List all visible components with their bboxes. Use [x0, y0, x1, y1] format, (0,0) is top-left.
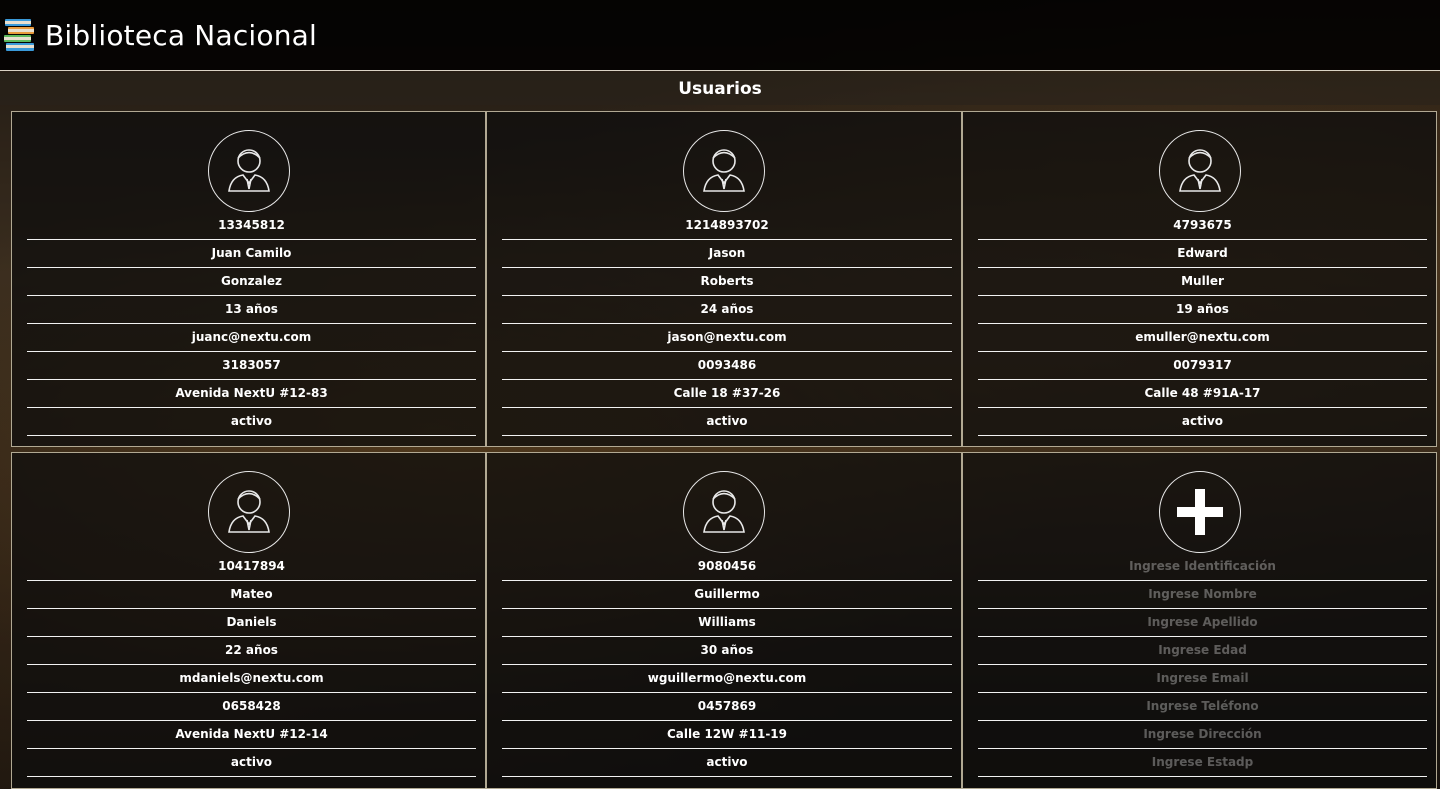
- user-email: jason@nextu.com: [502, 324, 952, 352]
- navbar: Biblioteca Nacional: [0, 0, 1440, 71]
- user-email: juanc@nextu.com: [27, 324, 476, 352]
- last-name-input[interactable]: [978, 609, 1427, 635]
- user-card: 13345812 Juan Camilo Gonzalez 13 años ju…: [11, 111, 486, 447]
- user-status: activo: [978, 408, 1427, 436]
- user-status: activo: [502, 408, 952, 436]
- user-age: 22 años: [27, 637, 476, 665]
- user-address: Avenida NextU #12-14: [27, 721, 476, 749]
- user-status: activo: [27, 408, 476, 436]
- user-card: 10417894 Mateo Daniels 22 años mdaniels@…: [11, 452, 486, 789]
- plus-icon[interactable]: [1158, 471, 1241, 553]
- user-address: Calle 12W #11-19: [502, 721, 952, 749]
- user-email: wguillermo@nextu.com: [502, 665, 952, 693]
- user-last-name: Gonzalez: [27, 268, 476, 296]
- user-last-name: Daniels: [27, 609, 476, 637]
- user-age: 19 años: [978, 296, 1427, 324]
- user-id: 1214893702: [502, 212, 952, 240]
- user-age: 13 años: [27, 296, 476, 324]
- app-title[interactable]: Biblioteca Nacional: [45, 19, 317, 52]
- user-card: 9080456 Guillermo Williams 30 años wguil…: [486, 452, 962, 789]
- user-email: emuller@nextu.com: [978, 324, 1427, 352]
- user-age: 30 años: [502, 637, 952, 665]
- user-phone: 0457869: [502, 693, 952, 721]
- user-avatar-icon: [207, 130, 290, 212]
- user-card: 1214893702 Jason Roberts 24 años jason@n…: [486, 111, 962, 447]
- new-user-card: [962, 452, 1437, 789]
- user-phone: 0079317: [978, 352, 1427, 380]
- user-first-name: Mateo: [27, 581, 476, 609]
- user-id: 10417894: [27, 553, 476, 581]
- address-input[interactable]: [978, 721, 1427, 747]
- books-icon: [2, 15, 38, 55]
- user-address: Calle 18 #37-26: [502, 380, 952, 408]
- user-address: Avenida NextU #12-83: [27, 380, 476, 408]
- first-name-input[interactable]: [978, 581, 1427, 607]
- user-avatar-icon: [683, 130, 765, 212]
- user-phone: 0093486: [502, 352, 952, 380]
- user-first-name: Edward: [978, 240, 1427, 268]
- user-avatar-icon: [683, 471, 765, 553]
- user-phone: 3183057: [27, 352, 476, 380]
- user-avatar-icon: [207, 471, 290, 553]
- user-phone: 0658428: [27, 693, 476, 721]
- status-input[interactable]: [978, 749, 1427, 775]
- id-input[interactable]: [978, 553, 1427, 579]
- user-last-name: Muller: [978, 268, 1427, 296]
- user-first-name: Guillermo: [502, 581, 952, 609]
- age-input[interactable]: [978, 637, 1427, 663]
- user-last-name: Williams: [502, 609, 952, 637]
- user-age: 24 años: [502, 296, 952, 324]
- section-title: Usuarios: [0, 73, 1440, 105]
- user-id: 4793675: [978, 212, 1427, 240]
- user-id: 9080456: [502, 553, 952, 581]
- user-first-name: Jason: [502, 240, 952, 268]
- user-id: 13345812: [27, 212, 476, 240]
- user-avatar-icon: [1158, 130, 1241, 212]
- user-email: mdaniels@nextu.com: [27, 665, 476, 693]
- user-status: activo: [502, 749, 952, 777]
- user-last-name: Roberts: [502, 268, 952, 296]
- user-first-name: Juan Camilo: [27, 240, 476, 268]
- phone-input[interactable]: [978, 693, 1427, 719]
- user-card: 4793675 Edward Muller 19 años emuller@ne…: [962, 111, 1437, 447]
- user-status: activo: [27, 749, 476, 777]
- email-input[interactable]: [978, 665, 1427, 691]
- user-address: Calle 48 #91A-17: [978, 380, 1427, 408]
